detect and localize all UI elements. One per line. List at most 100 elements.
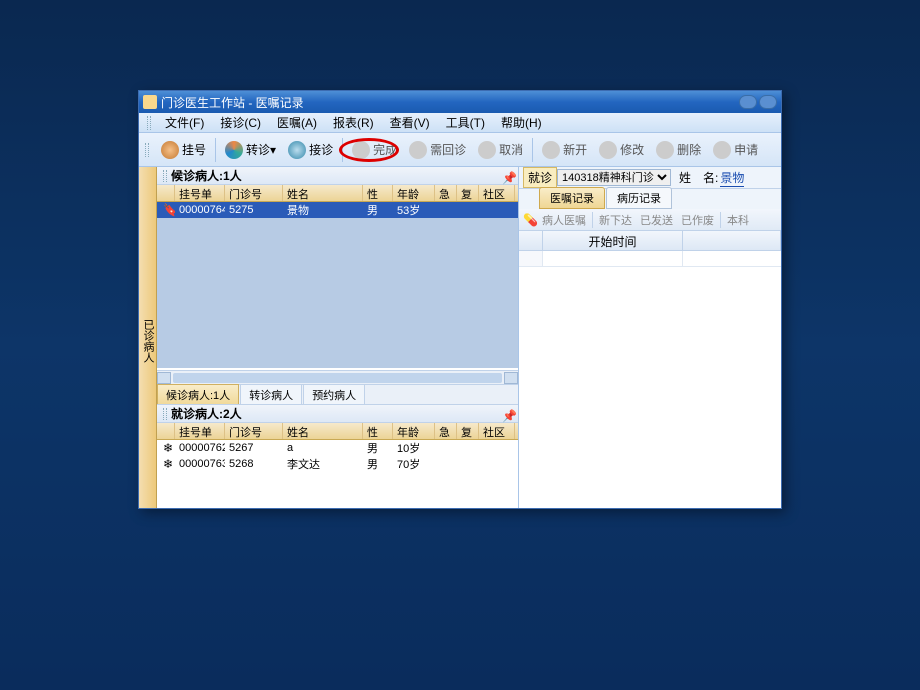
clipboard-icon	[288, 141, 306, 159]
rx-icon: 💊	[523, 213, 538, 227]
dept-select[interactable]: 140318精神科门诊	[557, 169, 671, 186]
visiting-patients-header: 就诊病人:2人 📌	[157, 405, 518, 423]
row-flag-icon: 🔖	[163, 203, 175, 217]
col-gender[interactable]: 性别	[363, 423, 393, 439]
table-row[interactable]: ❄ 00000763 5268 李文达 男 70岁	[157, 456, 518, 472]
col-return[interactable]: 复	[457, 423, 479, 439]
order-table-header: 开始时间	[519, 231, 781, 251]
modify-button[interactable]: 修改	[594, 138, 649, 162]
patient-name-link[interactable]: 景物	[720, 169, 744, 187]
waiting-tabs: 候诊病人:1人 转诊病人 预约病人	[157, 384, 518, 404]
maximize-button[interactable]	[759, 95, 777, 109]
dept-button[interactable]: 本科	[723, 211, 753, 229]
col-urgent[interactable]: 急	[435, 423, 457, 439]
right-pane: 就诊 140318精神科门诊 姓 名: 景物 医嘱记录 病历记录 💊 病人医嘱 …	[519, 167, 781, 508]
titlebar: 门诊医生工作站 - 医嘱记录	[139, 91, 781, 113]
col-urgent[interactable]: 急	[435, 185, 457, 201]
edit-icon	[599, 141, 617, 159]
menu-handle-icon	[147, 116, 151, 130]
table-row[interactable]: 🔖 00000764 5275 景物 男 53岁	[157, 202, 518, 218]
app-icon	[143, 95, 157, 109]
col-name[interactable]: 姓名	[283, 423, 363, 439]
separator-icon	[215, 138, 216, 162]
col-start-time[interactable]: 开始时间	[543, 231, 683, 250]
receive-button[interactable]: 接诊	[283, 138, 338, 162]
right-toolbar: 💊 病人医嘱 新下达 已发送 已作废 本科	[519, 209, 781, 231]
waiting-patients-header: 候诊病人:1人 📌	[157, 167, 518, 185]
status-badge: 就诊	[523, 167, 557, 188]
delete-icon	[656, 141, 674, 159]
patient-order-button[interactable]: 病人医嘱	[538, 211, 590, 229]
toolbar: 挂号 转诊 ▾ 接诊 完成 需回诊 取消 新开 修改 删除 申请	[139, 133, 781, 167]
register-button[interactable]: 挂号	[156, 138, 211, 162]
separator-icon	[532, 138, 533, 162]
toolbar-handle-icon	[145, 143, 149, 157]
voided-button[interactable]: 已作废	[677, 211, 718, 229]
delete-button[interactable]: 删除	[651, 138, 706, 162]
minimize-button[interactable]	[739, 95, 757, 109]
side-tab-examined[interactable]: 已诊病人	[139, 167, 157, 508]
row-flag-icon: ❄	[163, 441, 173, 455]
table-row[interactable]: ❄ 00000762 5267 a 男 10岁	[157, 440, 518, 456]
row-flag-icon: ❄	[163, 457, 173, 471]
col-name[interactable]: 姓名	[283, 185, 363, 201]
waiting-count-label: 候诊病人:1人	[171, 167, 242, 184]
scroll-left-icon[interactable]	[157, 372, 171, 384]
new-button[interactable]: 新开	[537, 138, 592, 162]
tab-waiting[interactable]: 候诊病人:1人	[157, 384, 239, 406]
left-pane: 候诊病人:1人 📌 挂号单 门诊号 姓名 性别 年龄 急 复 社区 🔖 0000…	[157, 167, 519, 508]
col-community[interactable]: 社区	[479, 423, 515, 439]
col-community[interactable]: 社区	[479, 185, 515, 201]
tab-appoint[interactable]: 预约病人	[303, 384, 365, 406]
apply-icon	[713, 141, 731, 159]
referral-icon	[225, 141, 243, 159]
col-checkbox[interactable]	[519, 231, 543, 250]
visiting-table-header: 挂号单 门诊号 姓名 性别 年龄 急 复 社区	[157, 423, 518, 440]
col-return[interactable]: 复	[457, 185, 479, 201]
right-header: 就诊 140318精神科门诊 姓 名: 景物	[519, 167, 781, 189]
cancel-icon	[478, 141, 496, 159]
name-label: 姓 名:	[679, 169, 718, 186]
new-issue-button[interactable]: 新下达	[595, 211, 636, 229]
pin-icon[interactable]: 📌	[502, 409, 512, 419]
app-window: 门诊医生工作站 - 医嘱记录 文件(F) 接诊(C) 医嘱(A) 报表(R) 查…	[138, 90, 782, 509]
cancel-button[interactable]: 取消	[473, 138, 528, 162]
scroll-right-icon[interactable]	[504, 372, 518, 384]
pin-icon[interactable]: 📌	[502, 171, 512, 181]
person-icon	[161, 141, 179, 159]
menu-file[interactable]: 文件(F)	[157, 112, 212, 133]
menu-tools[interactable]: 工具(T)	[438, 112, 493, 133]
menu-help[interactable]: 帮助(H)	[493, 112, 550, 133]
right-tabs: 医嘱记录 病历记录	[519, 189, 781, 209]
menu-report[interactable]: 报表(R)	[325, 112, 382, 133]
apply-button[interactable]: 申请	[708, 138, 763, 162]
window-title: 门诊医生工作站 - 医嘱记录	[161, 94, 739, 111]
clock-icon	[409, 141, 427, 159]
tab-order-record[interactable]: 医嘱记录	[539, 187, 605, 209]
separator-icon	[342, 138, 343, 162]
col-blank[interactable]	[683, 231, 781, 250]
scroll-thumb[interactable]	[173, 373, 502, 383]
tab-history-record[interactable]: 病历记录	[606, 187, 672, 209]
menu-order[interactable]: 医嘱(A)	[269, 112, 325, 133]
col-gender[interactable]: 性别	[363, 185, 393, 201]
referral-button[interactable]: 转诊 ▾	[220, 138, 281, 162]
visiting-count-label: 就诊病人:2人	[171, 405, 242, 422]
order-table-body	[519, 267, 781, 508]
horizontal-scrollbar[interactable]	[157, 370, 518, 384]
menubar: 文件(F) 接诊(C) 医嘱(A) 报表(R) 查看(V) 工具(T) 帮助(H…	[139, 113, 781, 133]
col-age[interactable]: 年龄	[393, 185, 435, 201]
menu-view[interactable]: 查看(V)	[382, 112, 438, 133]
sent-button[interactable]: 已发送	[636, 211, 677, 229]
col-reg-no[interactable]: 挂号单	[175, 185, 225, 201]
menu-reception[interactable]: 接诊(C)	[212, 112, 269, 133]
tab-referral[interactable]: 转诊病人	[240, 384, 302, 406]
col-clinic-no[interactable]: 门诊号	[225, 185, 283, 201]
waiting-table-header: 挂号单 门诊号 姓名 性别 年龄 急 复 社区	[157, 185, 518, 202]
check-icon	[352, 141, 370, 159]
recall-button[interactable]: 需回诊	[404, 138, 471, 162]
col-clinic-no[interactable]: 门诊号	[225, 423, 283, 439]
complete-button[interactable]: 完成	[347, 138, 402, 162]
col-age[interactable]: 年龄	[393, 423, 435, 439]
col-reg-no[interactable]: 挂号单	[175, 423, 225, 439]
